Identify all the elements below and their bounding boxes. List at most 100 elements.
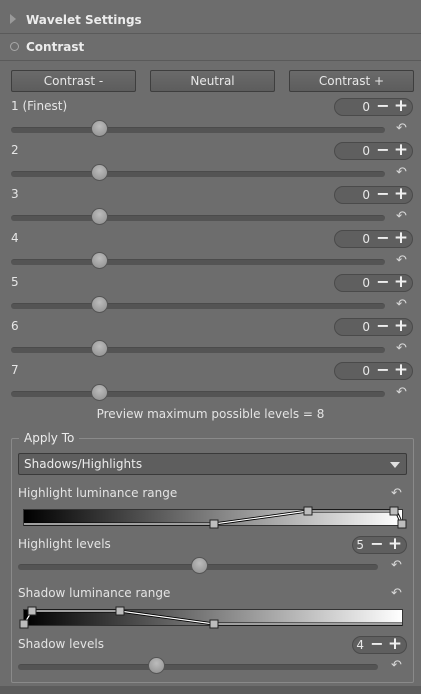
level-slider-track[interactable]	[11, 171, 385, 177]
highlight-levels-spinner[interactable]: 5 − +	[352, 535, 407, 555]
reset-icon[interactable]: ↶	[396, 210, 410, 223]
decrement-icon[interactable]: −	[376, 273, 390, 293]
dropdown-arrow-icon	[390, 462, 400, 468]
level-slider-track[interactable]	[11, 215, 385, 221]
level-label: 7	[11, 363, 19, 377]
level-spinner[interactable]: 0− +	[334, 141, 413, 161]
reset-icon[interactable]: ↶	[396, 254, 410, 267]
highlight-range-label: Highlight luminance range	[18, 486, 178, 500]
contrast-title: Contrast	[26, 40, 85, 54]
curve-point[interactable]	[397, 519, 407, 529]
level-label: 5	[11, 275, 19, 289]
panel-bottom-edge	[0, 686, 421, 694]
highlight-range-curve[interactable]	[23, 506, 407, 529]
level-spinner[interactable]: 0− +	[334, 361, 413, 381]
reset-icon[interactable]: ↶	[396, 122, 410, 135]
reset-icon[interactable]: ↶	[396, 386, 410, 399]
slider-thumb[interactable]	[191, 557, 208, 574]
curve-point[interactable]	[115, 606, 125, 616]
shadow-range-label: Shadow luminance range	[18, 586, 171, 600]
level-label: 2	[11, 143, 19, 157]
curve-point[interactable]	[209, 519, 219, 529]
spinner-value: 0	[362, 320, 370, 334]
decrement-icon[interactable]: −	[376, 361, 390, 381]
increment-icon[interactable]: +	[393, 185, 409, 205]
shadow-levels-track[interactable]	[18, 664, 378, 670]
preview-levels-text: Preview maximum possible levels = 8	[96, 407, 325, 421]
level-label: 3	[11, 187, 19, 201]
level-spinner[interactable]: 0− +	[334, 273, 413, 293]
decrement-icon[interactable]: −	[370, 635, 384, 655]
curve-point[interactable]	[303, 506, 313, 516]
slider-thumb[interactable]	[91, 296, 108, 313]
spinner-value: 4	[356, 638, 364, 652]
curve-point[interactable]	[209, 619, 219, 629]
level-spinner[interactable]: 0− +	[334, 97, 413, 117]
decrement-icon[interactable]: −	[370, 535, 384, 555]
spinner-value: 0	[362, 364, 370, 378]
increment-icon[interactable]: +	[393, 273, 409, 293]
increment-icon[interactable]: +	[393, 97, 409, 117]
reset-icon[interactable]: ↶	[391, 587, 405, 600]
level-label: 1 (Finest)	[11, 99, 68, 113]
apply-to-combo[interactable]: Shadows/Highlights	[18, 453, 407, 475]
level-slider-track[interactable]	[11, 127, 385, 133]
neutral-button[interactable]: Neutral	[150, 70, 275, 92]
apply-to-combo-value: Shadows/Highlights	[24, 457, 143, 471]
level-spinner[interactable]: 0− +	[334, 229, 413, 249]
shadow-levels-spinner[interactable]: 4 − +	[352, 635, 407, 655]
slider-thumb[interactable]	[91, 208, 108, 225]
wavelet-settings-title: Wavelet Settings	[26, 13, 142, 27]
spinner-value: 5	[356, 538, 364, 552]
spinner-value: 0	[362, 232, 370, 246]
reset-icon[interactable]: ↶	[396, 342, 410, 355]
decrement-icon[interactable]: −	[376, 229, 390, 249]
curve-point[interactable]	[27, 606, 37, 616]
spinner-value: 0	[362, 100, 370, 114]
contrast-plus-button[interactable]: Contrast +	[289, 70, 414, 92]
spinner-value: 0	[362, 276, 370, 290]
level-spinner[interactable]: 0− +	[334, 185, 413, 205]
level-slider-track[interactable]	[11, 259, 385, 265]
increment-icon[interactable]: +	[387, 535, 403, 555]
spinner-value: 0	[362, 144, 370, 158]
shadow-range-curve[interactable]	[19, 606, 403, 629]
reset-icon[interactable]: ↶	[396, 298, 410, 311]
increment-icon[interactable]: +	[393, 141, 409, 161]
increment-icon[interactable]: +	[387, 635, 403, 655]
level-label: 4	[11, 231, 19, 245]
slider-thumb[interactable]	[91, 120, 108, 137]
increment-icon[interactable]: +	[393, 317, 409, 337]
slider-thumb[interactable]	[91, 252, 108, 269]
contrast-minus-button[interactable]: Contrast -	[11, 70, 136, 92]
level-slider-track[interactable]	[11, 303, 385, 309]
highlight-levels-label: Highlight levels	[18, 537, 111, 551]
reset-icon[interactable]: ↶	[391, 659, 405, 672]
slider-thumb[interactable]	[148, 657, 165, 674]
level-spinner[interactable]: 0− +	[334, 317, 413, 337]
decrement-icon[interactable]: −	[376, 317, 390, 337]
increment-icon[interactable]: +	[393, 229, 409, 249]
slider-thumb[interactable]	[91, 384, 108, 401]
divider	[0, 60, 421, 61]
curve-point[interactable]	[19, 619, 29, 629]
decrement-icon[interactable]: −	[376, 97, 390, 117]
level-slider-track[interactable]	[11, 347, 385, 353]
decrement-icon[interactable]: −	[376, 141, 390, 161]
decrement-icon[interactable]: −	[376, 185, 390, 205]
wavelet-settings-header[interactable]: Wavelet Settings	[0, 9, 421, 31]
expand-arrow-icon	[10, 14, 16, 24]
increment-icon[interactable]: +	[393, 361, 409, 381]
spinner-value: 0	[362, 188, 370, 202]
reset-icon[interactable]: ↶	[391, 559, 405, 572]
apply-to-title: Apply To	[19, 431, 80, 445]
divider	[0, 33, 421, 34]
level-slider-track[interactable]	[11, 391, 385, 397]
level-label: 6	[11, 319, 19, 333]
contrast-header[interactable]: Contrast	[0, 36, 421, 58]
reset-icon[interactable]: ↶	[396, 166, 410, 179]
curve-point[interactable]	[389, 506, 399, 516]
slider-thumb[interactable]	[91, 340, 108, 357]
slider-thumb[interactable]	[91, 164, 108, 181]
reset-icon[interactable]: ↶	[391, 487, 405, 500]
